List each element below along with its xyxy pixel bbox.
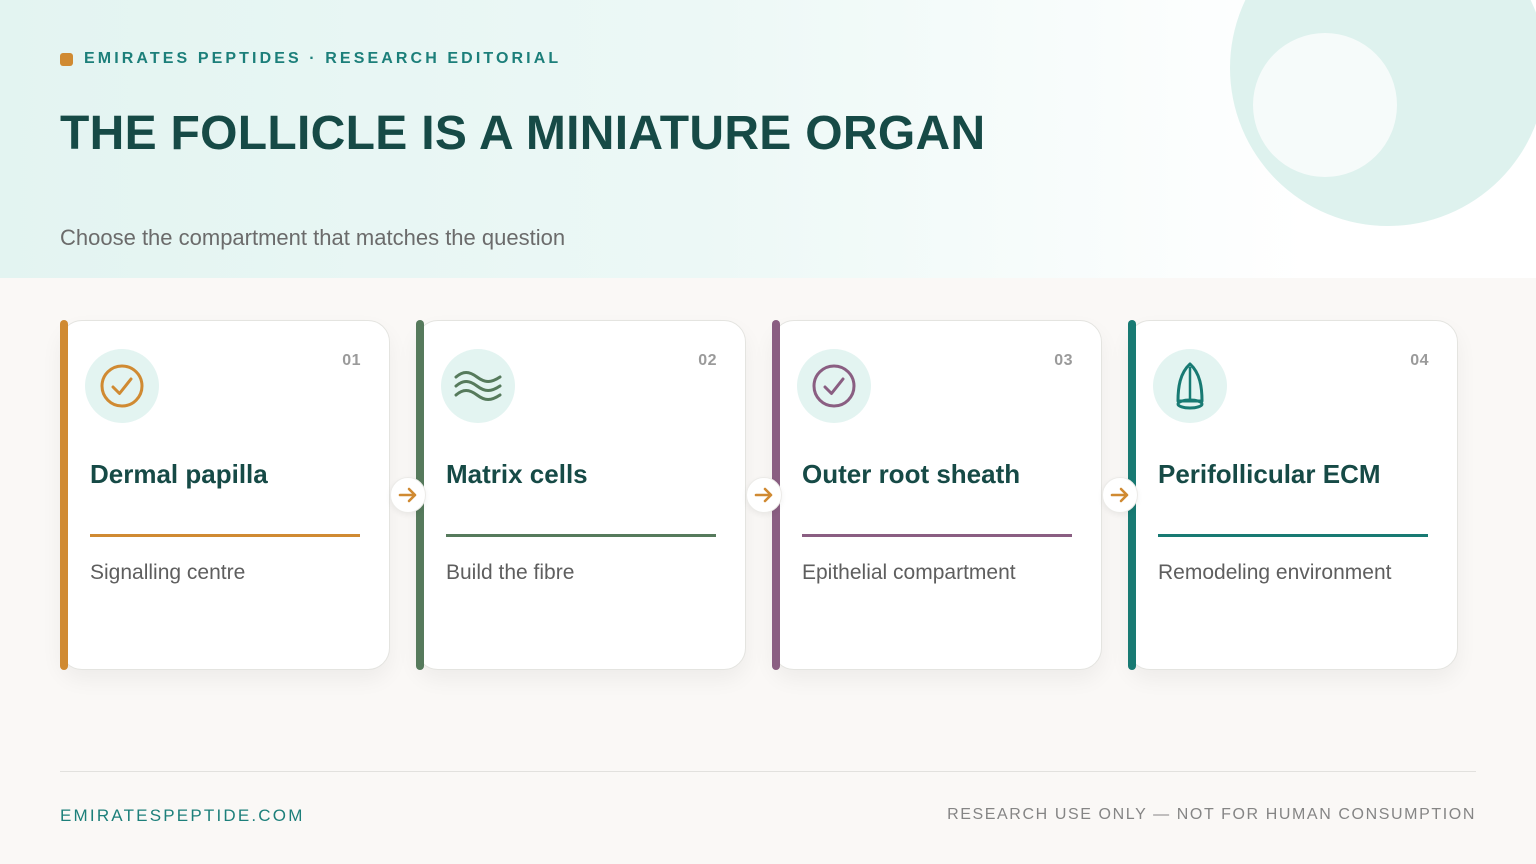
page-subtitle: Choose the compartment that matches the … [60,225,566,250]
connector-arrow [390,477,426,513]
card-title: Matrix cells [446,459,588,489]
page-title: THE FOLLICLE IS A MINIATURE ORGAN [60,107,986,160]
check-circle-icon [100,364,144,408]
card-title: Perifollicular ECM [1158,459,1381,489]
compartment-card-dermal-papilla[interactable]: 01 Dermal papilla Signalling centre [60,320,390,670]
decorative-inner-circle [1253,33,1397,177]
card-number: 04 [1410,352,1429,369]
compartment-card-perifollicular-ecm[interactable]: 04 Perifollicular ECM Remodeling environ… [1128,320,1458,670]
check-circle-icon [812,364,856,408]
kicker: EMIRATES PEPTIDES · RESEARCH EDITORIAL [60,50,561,68]
card-icon-badge [441,349,515,423]
hero-banner: EMIRATES PEPTIDES · RESEARCH EDITORIAL T… [0,0,1536,278]
card-title: Outer root sheath [802,459,1021,489]
arrow-right-icon [398,487,417,503]
website-link[interactable]: EMIRATESPEPTIDE.COM [60,806,305,826]
connector-arrow [1102,477,1138,513]
card-number: 02 [698,352,717,369]
card-number: 01 [342,352,361,369]
card-divider [802,534,1072,537]
card-accent-bar [60,320,68,670]
connector-arrow [746,477,782,513]
disclaimer-text: RESEARCH USE ONLY — NOT FOR HUMAN CONSUM… [947,806,1476,823]
footer-divider [60,771,1476,772]
kicker-text: EMIRATES PEPTIDES · RESEARCH EDITORIAL [84,50,562,67]
card-title: Dermal papilla [90,459,268,489]
card-divider [90,534,360,537]
arrow-right-icon [754,487,773,503]
waves-icon [454,371,502,401]
card-icon-badge [797,349,871,423]
card-icon-badge [85,349,159,423]
compartment-card-outer-root-sheath[interactable]: 03 Outer root sheath Epithelial compartm… [772,320,1102,670]
card-description: Remodeling environment [1158,561,1392,584]
card-description: Epithelial compartment [802,561,1016,584]
card-description: Signalling centre [90,561,246,584]
card-number: 03 [1054,352,1073,369]
card-divider [446,534,716,537]
arrow-right-icon [1110,487,1129,503]
follicle-bulb-icon [1176,362,1204,410]
card-icon-badge [1153,349,1227,423]
brand-square-icon [60,52,73,66]
card-divider [1158,534,1428,537]
card-description: Build the fibre [446,561,575,584]
compartment-card-matrix-cells[interactable]: 02 Matrix cells Build the fibre [416,320,746,670]
